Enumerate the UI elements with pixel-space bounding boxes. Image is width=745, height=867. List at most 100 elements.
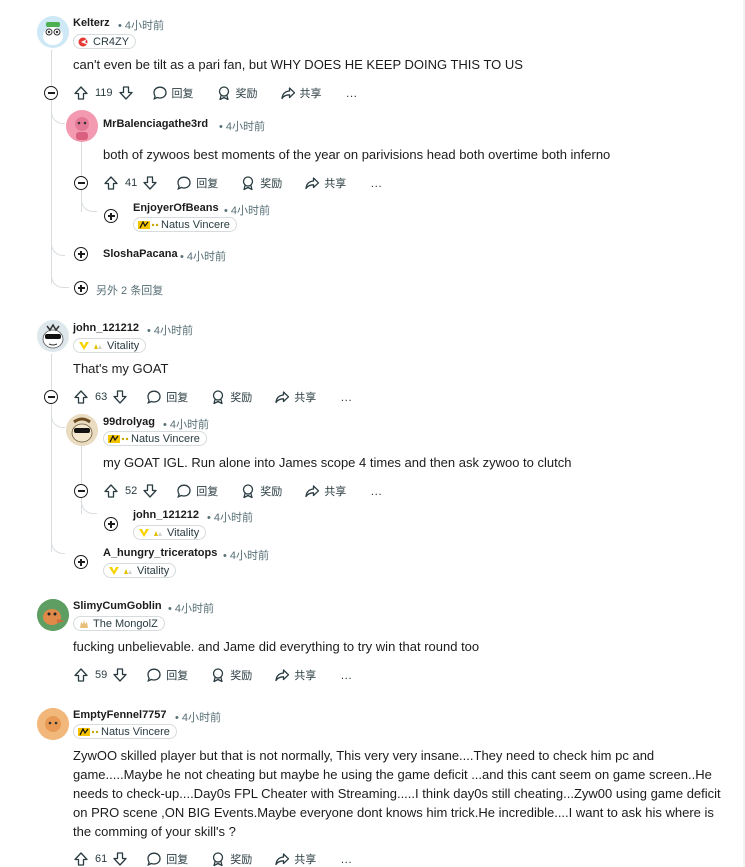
avatar[interactable] — [37, 320, 69, 352]
expand-thread-button[interactable] — [104, 517, 118, 531]
more-options-button[interactable]: … — [370, 484, 383, 498]
reply-button[interactable]: 回复 — [152, 85, 194, 101]
upvote-button[interactable] — [103, 175, 119, 191]
comment-icon — [147, 668, 161, 682]
user-flair: CR4ZY — [73, 34, 137, 49]
downvote-button[interactable] — [112, 667, 128, 683]
share-button[interactable]: 共享 — [280, 85, 322, 101]
share-button[interactable]: 共享 — [274, 851, 316, 867]
more-options-button[interactable]: … — [346, 86, 359, 100]
more-options-button[interactable]: … — [340, 390, 353, 404]
upvote-button[interactable] — [73, 667, 89, 683]
vote-count: 41 — [125, 177, 138, 189]
vote-count: 61 — [95, 853, 108, 865]
upvote-button[interactable] — [103, 483, 119, 499]
flair-label: Natus Vincere — [101, 725, 170, 738]
more-options-icon: … — [340, 390, 354, 404]
thread-connector — [51, 240, 65, 256]
username[interactable]: john_121212 — [73, 322, 139, 334]
reply-button[interactable]: 回复 — [146, 667, 188, 683]
collapse-thread-button[interactable] — [44, 86, 58, 100]
downvote-button[interactable] — [112, 389, 128, 405]
award-icon — [213, 852, 224, 867]
upvote-icon — [74, 668, 88, 682]
upvote-icon — [74, 852, 88, 866]
timestamp: • 4小时前 — [207, 512, 254, 524]
more-replies-link[interactable]: 另外 2 条回复 — [96, 282, 163, 298]
reply-button[interactable]: 回复 — [146, 851, 188, 867]
username[interactable]: SloshaPacana — [103, 248, 178, 260]
award-button[interactable]: 奖励 — [210, 389, 252, 405]
username[interactable]: EnjoyerOfBeans — [133, 202, 219, 214]
award-icon — [213, 668, 224, 683]
user-flair: Natus Vincere — [73, 724, 177, 739]
expand-thread-button[interactable] — [74, 555, 88, 569]
avatar[interactable] — [37, 16, 69, 48]
reply-button[interactable]: 回复 — [176, 483, 218, 499]
upvote-button[interactable] — [73, 389, 89, 405]
expand-thread-button[interactable] — [104, 209, 118, 223]
navi-logo-icon — [138, 220, 159, 230]
award-icon — [243, 176, 254, 191]
share-button[interactable]: 共享 — [304, 175, 346, 191]
downvote-button[interactable] — [112, 851, 128, 867]
share-button[interactable]: 共享 — [304, 483, 346, 499]
collapse-thread-button[interactable] — [74, 176, 88, 190]
comment-body: can't even be tilt as a pari fan, but WH… — [73, 57, 523, 72]
expand-thread-button[interactable] — [74, 247, 88, 261]
username[interactable]: Kelterz — [73, 17, 110, 29]
vitality-logo-icon — [78, 341, 104, 351]
upvote-button[interactable] — [73, 851, 89, 867]
thread-connector — [51, 108, 65, 124]
comment-body-line: needs to check-up....Day0s FPL Cheater w… — [73, 786, 721, 801]
award-button[interactable]: 奖励 — [240, 175, 282, 191]
more-options-button[interactable]: … — [340, 852, 353, 866]
flair-label: CR4ZY — [93, 35, 130, 48]
downvote-icon — [113, 852, 127, 866]
comment-body-line: game.....Maybe he not cheating but maybe… — [73, 767, 712, 782]
username[interactable]: SlimyCumGoblin — [73, 600, 162, 612]
award-button[interactable]: 奖励 — [216, 85, 258, 101]
reply-button[interactable]: 回复 — [146, 389, 188, 405]
downvote-button[interactable] — [142, 483, 158, 499]
share-button[interactable]: 共享 — [274, 667, 316, 683]
username[interactable]: MrBalenciagathe3rd — [103, 118, 208, 130]
award-button[interactable]: 奖励 — [240, 483, 282, 499]
award-button[interactable]: 奖励 — [210, 667, 252, 683]
upvote-button[interactable] — [73, 85, 89, 101]
reply-button[interactable]: 回复 — [176, 175, 218, 191]
flair-label: The MongolZ — [93, 617, 158, 630]
avatar[interactable] — [37, 599, 69, 631]
user-flair: Natus Vincere — [103, 431, 207, 446]
downvote-button[interactable] — [118, 85, 134, 101]
share-button[interactable]: 共享 — [274, 389, 316, 405]
avatar[interactable] — [37, 708, 69, 740]
username[interactable]: 99drolyag — [103, 416, 155, 428]
collapse-thread-button[interactable] — [44, 390, 58, 404]
more-options-button[interactable]: … — [340, 668, 353, 682]
more-options-icon: … — [370, 176, 384, 190]
share-label: 共享 — [299, 88, 322, 100]
avatar[interactable] — [66, 110, 98, 142]
flair-label: Vitality — [167, 526, 200, 539]
flair-label: Vitality — [137, 564, 170, 577]
username[interactable]: EmptyFennel7757 — [73, 709, 167, 721]
more-replies-button[interactable] — [74, 281, 88, 295]
downvote-button[interactable] — [142, 175, 158, 191]
vitality-logo-icon — [108, 566, 134, 576]
timestamp: • 4小时前 — [175, 712, 222, 724]
vitality-logo-icon — [138, 528, 164, 538]
award-button[interactable]: 奖励 — [210, 851, 252, 867]
user-flair: Vitality — [133, 525, 207, 540]
timestamp: • 4小时前 — [147, 325, 194, 337]
thread-line — [81, 446, 82, 484]
user-flair: Vitality — [73, 338, 147, 353]
username[interactable]: A_hungry_triceratops — [103, 547, 217, 559]
more-options-button[interactable]: … — [370, 176, 383, 190]
mongolz-logo-icon — [78, 619, 90, 629]
award-label: 奖励 — [230, 392, 253, 404]
username[interactable]: john_121212 — [133, 509, 199, 521]
collapse-thread-button[interactable] — [74, 484, 88, 498]
comment-body: ZywOO skilled player but that is not nor… — [73, 746, 723, 841]
avatar[interactable] — [66, 414, 98, 446]
